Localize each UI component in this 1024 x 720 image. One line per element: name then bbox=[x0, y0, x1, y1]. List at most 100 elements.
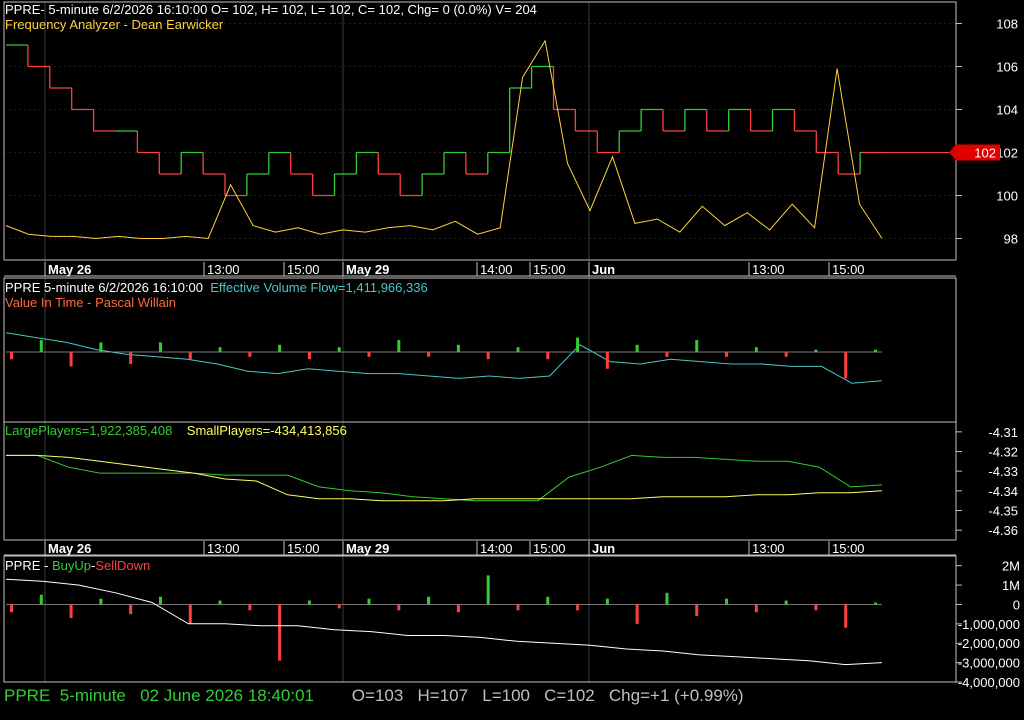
large-players-line bbox=[6, 454, 883, 502]
volume-flow-pane-title: PPRE 5-minute 6/2/2026 16:10:00 Effectiv… bbox=[5, 281, 428, 295]
value-in-time-bar bbox=[874, 349, 877, 352]
value-in-time-bar bbox=[605, 352, 609, 369]
buyup-y-label: -2,000,000 bbox=[958, 636, 1020, 651]
buyup-label: BuyUp bbox=[51, 558, 91, 573]
buyup-bar bbox=[307, 600, 311, 605]
buyup-bar bbox=[188, 604, 192, 624]
small-players-line bbox=[6, 454, 883, 502]
value-in-time-bar bbox=[665, 352, 669, 357]
time-tick-label: Jun bbox=[592, 262, 615, 277]
price-y-label: 98 bbox=[1004, 232, 1018, 247]
time-tick-label: 14:00 bbox=[480, 262, 513, 277]
volume-flow-title-prefix: PPRE 5-minute 6/2/2026 16:10:00 bbox=[5, 280, 204, 295]
time-tick-label: 15:00 bbox=[832, 541, 865, 556]
effective-volume-flow-line bbox=[5, 332, 883, 384]
buyup-y-label: 0 bbox=[1013, 597, 1020, 612]
buyup-bar bbox=[69, 604, 73, 619]
time-tick-label: May 26 bbox=[48, 262, 91, 277]
value-in-time-bar bbox=[367, 352, 371, 357]
status-interval: 5-minute bbox=[59, 686, 126, 705]
value-in-time-bar bbox=[39, 340, 43, 352]
time-tick-label: May 26 bbox=[48, 541, 91, 556]
buyup-cumulative-line bbox=[5, 578, 883, 666]
value-in-time-bar bbox=[397, 340, 401, 352]
players-y-label: -4.34 bbox=[988, 484, 1018, 499]
players-pane-title: LargePlayers=1,922,385,408 SmallPlayers=… bbox=[5, 424, 347, 438]
buyup-pane-title: PPRE - BuyUp-SellDown bbox=[5, 559, 150, 573]
value-in-time-bar bbox=[754, 347, 758, 352]
value-in-time-bar bbox=[427, 352, 431, 357]
value-in-time-label: Value In Time - Pascal Willain bbox=[5, 295, 176, 310]
value-in-time-bar bbox=[546, 352, 550, 360]
value-in-time-bar bbox=[814, 349, 818, 352]
players-y-label: -4.33 bbox=[988, 464, 1018, 479]
buyup-bar bbox=[248, 604, 252, 611]
buyup-bar bbox=[397, 604, 401, 611]
status-open: O=103 bbox=[351, 686, 404, 705]
buyup-bar bbox=[39, 594, 43, 605]
last-price-tag-label: 102 bbox=[974, 146, 996, 161]
frequency-analyzer-label: Frequency Analyzer - Dean Earwicker bbox=[5, 17, 224, 32]
buyup-pane[interactable] bbox=[5, 575, 883, 666]
value-in-time-title: Value In Time - Pascal Willain bbox=[5, 296, 176, 310]
value-in-time-bar bbox=[278, 344, 282, 352]
buyup-y-label: -4,000,000 bbox=[958, 675, 1020, 690]
status-bar: PPRE 5-minute 02 June 2026 18:40:01 O=10… bbox=[4, 686, 744, 706]
buyup-bar bbox=[784, 600, 788, 605]
buyup-bar bbox=[725, 598, 729, 605]
buyup-bar bbox=[129, 604, 133, 615]
buyup-bar bbox=[218, 600, 222, 605]
buyup-bar bbox=[516, 604, 520, 611]
value-in-time-bar bbox=[635, 344, 639, 352]
buyup-bar bbox=[456, 604, 460, 613]
players-pane[interactable] bbox=[6, 454, 883, 502]
buyup-title-prefix: PPRE - bbox=[5, 558, 52, 573]
time-tick-label: May 29 bbox=[346, 541, 389, 556]
buyup-bar bbox=[10, 604, 13, 613]
value-in-time-bar bbox=[695, 340, 699, 352]
buyup-y-label: -1,000,000 bbox=[958, 617, 1020, 632]
status-low: L=100 bbox=[482, 686, 530, 705]
value-in-time-bar bbox=[784, 352, 788, 357]
status-change: Chg=+1 (+0.99%) bbox=[608, 686, 744, 705]
value-in-time-bar bbox=[129, 352, 133, 364]
buyup-bar bbox=[367, 598, 371, 605]
value-in-time-bar bbox=[576, 337, 580, 352]
chart-canvas: May 26 13:00 15:00 May 29 14:00 15:00 Jun 13:00… bbox=[3, 1, 1020, 690]
effective-volume-flow-label: Effective Volume Flow=1,411,966,336 bbox=[210, 280, 428, 295]
value-in-time-bar bbox=[218, 347, 222, 352]
time-tick-label: 13:00 bbox=[752, 262, 785, 277]
buyup-bar bbox=[278, 604, 282, 661]
buyup-bar bbox=[486, 575, 490, 605]
price-y-label: 100 bbox=[996, 189, 1018, 204]
value-in-time-bar bbox=[69, 352, 73, 367]
price-title-line1: PPRE- 5-minute 6/2/2026 16:10:00 O= 102,… bbox=[5, 2, 537, 17]
time-tick-label: 15:00 bbox=[832, 262, 865, 277]
value-in-time-bar bbox=[337, 347, 341, 352]
buyup-bar bbox=[158, 596, 162, 605]
buyup-bar bbox=[576, 604, 580, 611]
buyup-bar bbox=[814, 604, 818, 611]
price-pane[interactable] bbox=[5, 39, 956, 240]
price-y-label: 104 bbox=[996, 103, 1018, 118]
buyup-bar bbox=[427, 596, 431, 605]
price-indicator-title: Frequency Analyzer - Dean Earwicker bbox=[5, 18, 223, 32]
small-players-label: SmallPlayers=-434,413,856 bbox=[186, 423, 347, 438]
buyup-bar bbox=[754, 604, 758, 613]
volume-flow-pane[interactable] bbox=[5, 332, 883, 384]
value-in-time-bar bbox=[99, 342, 103, 352]
players-y-label: -4.31 bbox=[988, 425, 1018, 440]
price-y-label: 106 bbox=[996, 60, 1018, 75]
status-symbol: PPRE bbox=[4, 686, 51, 705]
pane-border bbox=[3, 555, 957, 683]
price-pane-title: PPRE- 5-minute 6/2/2026 16:10:00 O= 102,… bbox=[5, 3, 537, 17]
buyup-y-label: 1M bbox=[1002, 578, 1020, 593]
time-tick-label: Jun bbox=[592, 541, 615, 556]
buyup-bar bbox=[99, 598, 103, 605]
value-in-time-bar bbox=[188, 352, 192, 360]
value-in-time-bar bbox=[486, 352, 490, 360]
buyup-y-label: -3,000,000 bbox=[958, 656, 1020, 671]
price-y-label: 108 bbox=[996, 17, 1018, 32]
buyup-bar bbox=[695, 604, 699, 617]
time-tick-label: 15:00 bbox=[533, 541, 566, 556]
